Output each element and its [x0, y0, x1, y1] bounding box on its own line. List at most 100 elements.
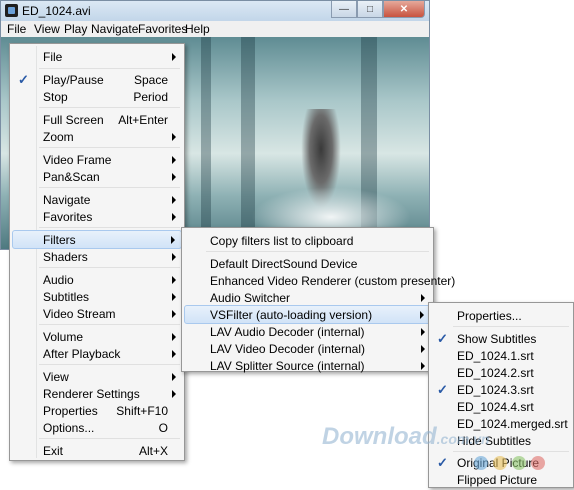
menu-item-shortcut: Period [133, 90, 168, 104]
menubar-view[interactable]: View [34, 22, 60, 36]
menu-item-lav-splitter[interactable]: LAV Splitter Source (internal) [184, 357, 431, 374]
submenu-arrow-icon [421, 294, 425, 302]
menu-item-subtitle-1[interactable]: ED_1024.1.srt [431, 347, 571, 364]
checkmark-icon: ✓ [437, 382, 448, 397]
menu-item-label: File [43, 50, 63, 64]
menu-item-play-pause[interactable]: ✓ Play/Pause Space [12, 71, 182, 88]
menu-item-shortcut: O [158, 421, 168, 435]
menu-item-shaders[interactable]: Shaders [12, 248, 182, 265]
menu-item-lav-video[interactable]: LAV Video Decoder (internal) [184, 340, 431, 357]
submenu-arrow-icon [172, 253, 176, 261]
menubar-navigate[interactable]: Navigate [91, 22, 138, 36]
menu-item-vsfilter[interactable]: VSFilter (auto-loading version) [184, 305, 431, 324]
menu-item-label: VSFilter (auto-loading version) [210, 308, 373, 322]
menu-item-label: Options... [43, 421, 95, 435]
menu-item-stop[interactable]: Stop Period [12, 88, 182, 105]
menu-item-exit[interactable]: Exit Alt+X [12, 442, 182, 459]
menubar-play[interactable]: Play [64, 22, 87, 36]
menu-separator [39, 147, 180, 148]
menubar-help[interactable]: Help [185, 22, 210, 36]
menu-item-label: Renderer Settings [43, 387, 140, 401]
watermark-logo: Download.com.vn [322, 423, 490, 451]
submenu-arrow-icon [172, 350, 176, 358]
menu-item-label: Enhanced Video Renderer (custom presente… [210, 274, 456, 288]
menu-item-subtitles[interactable]: Subtitles [12, 288, 182, 305]
menu-item-navigate[interactable]: Navigate [12, 191, 182, 208]
menu-item-label: ED_1024.2.srt [457, 366, 534, 380]
window-controls: — □ ✕ [331, 1, 425, 19]
menu-item-show-subtitles[interactable]: ✓ Show Subtitles [431, 330, 571, 347]
menu-item-label: LAV Video Decoder (internal) [210, 342, 365, 356]
menu-separator [39, 227, 180, 228]
menu-item-label: Pan&Scan [43, 170, 100, 184]
menu-separator [453, 451, 569, 452]
submenu-arrow-icon [172, 276, 176, 284]
close-button[interactable]: ✕ [383, 1, 425, 18]
menu-item-after-playback[interactable]: After Playback [12, 345, 182, 362]
menu-item-favorites[interactable]: Favorites [12, 208, 182, 225]
menubar-favorites[interactable]: Favorites [138, 22, 187, 36]
submenu-arrow-icon [172, 53, 176, 61]
menu-item-label: After Playback [43, 347, 121, 361]
menu-item-subtitle-4[interactable]: ED_1024.4.srt [431, 398, 571, 415]
menu-item-properties[interactable]: Properties... [431, 307, 571, 324]
submenu-arrow-icon [172, 156, 176, 164]
menu-item-subtitle-2[interactable]: ED_1024.2.srt [431, 364, 571, 381]
menu-item-file[interactable]: File [12, 48, 182, 65]
watermark-suffix: .com.vn [436, 431, 490, 447]
menu-item-label: Favorites [43, 210, 93, 224]
menu-item-directsound[interactable]: Default DirectSound Device [184, 255, 431, 272]
menu-separator [39, 187, 180, 188]
menu-item-zoom[interactable]: Zoom [12, 128, 182, 145]
menu-item-shortcut: Alt+Enter [118, 113, 168, 127]
menu-item-label: Default DirectSound Device [210, 257, 358, 271]
menu-item-label: Flipped Picture [457, 473, 538, 487]
menu-item-video-frame[interactable]: Video Frame [12, 151, 182, 168]
watermark-dots [474, 456, 545, 470]
menu-item-properties[interactable]: Properties Shift+F10 [12, 402, 182, 419]
menu-item-label: View [43, 370, 69, 384]
menu-item-view[interactable]: View [12, 368, 182, 385]
menu-item-evr[interactable]: Enhanced Video Renderer (custom presente… [184, 272, 455, 289]
menu-item-audio[interactable]: Audio [12, 271, 182, 288]
menu-item-label: LAV Audio Decoder (internal) [210, 325, 365, 339]
menu-item-label: Show Subtitles [457, 332, 537, 346]
menu-item-label: Properties [43, 404, 98, 418]
checkmark-icon: ✓ [18, 72, 29, 87]
menu-item-label: Video Stream [43, 307, 116, 321]
submenu-arrow-icon [171, 236, 175, 244]
menu-item-pan-scan[interactable]: Pan&Scan [12, 168, 182, 185]
maximize-button[interactable]: □ [357, 1, 383, 18]
menu-item-full-screen[interactable]: Full Screen Alt+Enter [12, 111, 182, 128]
checkmark-icon: ✓ [437, 331, 448, 346]
menu-separator [453, 326, 569, 327]
menu-bar: File View Play Navigate Favorites Help [1, 21, 429, 38]
menu-item-copy-filters[interactable]: Copy filters list to clipboard [184, 232, 431, 249]
menu-item-label: ED_1024.4.srt [457, 400, 534, 414]
menubar-file[interactable]: File [7, 22, 26, 36]
menu-item-video-stream[interactable]: Video Stream [12, 305, 182, 322]
menu-item-flipped-picture[interactable]: Flipped Picture [431, 471, 571, 488]
menu-item-options[interactable]: Options... O [12, 419, 182, 436]
submenu-arrow-icon [172, 333, 176, 341]
menu-item-subtitle-3[interactable]: ✓ ED_1024.3.srt [431, 381, 571, 398]
menu-item-volume[interactable]: Volume [12, 328, 182, 345]
menu-item-label: LAV Splitter Source (internal) [210, 359, 365, 373]
submenu-arrow-icon [172, 373, 176, 381]
filters-submenu: Copy filters list to clipboard Default D… [181, 227, 455, 374]
menu-item-filters[interactable]: Filters [12, 230, 182, 249]
menu-separator [39, 324, 180, 325]
watermark-dot [474, 456, 488, 470]
menu-item-renderer-settings[interactable]: Renderer Settings [12, 385, 182, 402]
menu-item-label: Properties... [457, 309, 522, 323]
minimize-button[interactable]: — [331, 1, 357, 18]
submenu-arrow-icon [172, 390, 176, 398]
app-icon [5, 4, 18, 17]
menu-item-audio-switcher[interactable]: Audio Switcher [184, 289, 431, 306]
title-bar[interactable]: ED_1024.avi — □ ✕ [1, 1, 429, 21]
menu-item-label: Subtitles [43, 290, 90, 304]
submenu-arrow-icon [172, 133, 176, 141]
menu-item-label: Full Screen [43, 113, 104, 127]
menu-item-lav-audio[interactable]: LAV Audio Decoder (internal) [184, 323, 431, 340]
menu-item-label: Audio Switcher [210, 291, 291, 305]
